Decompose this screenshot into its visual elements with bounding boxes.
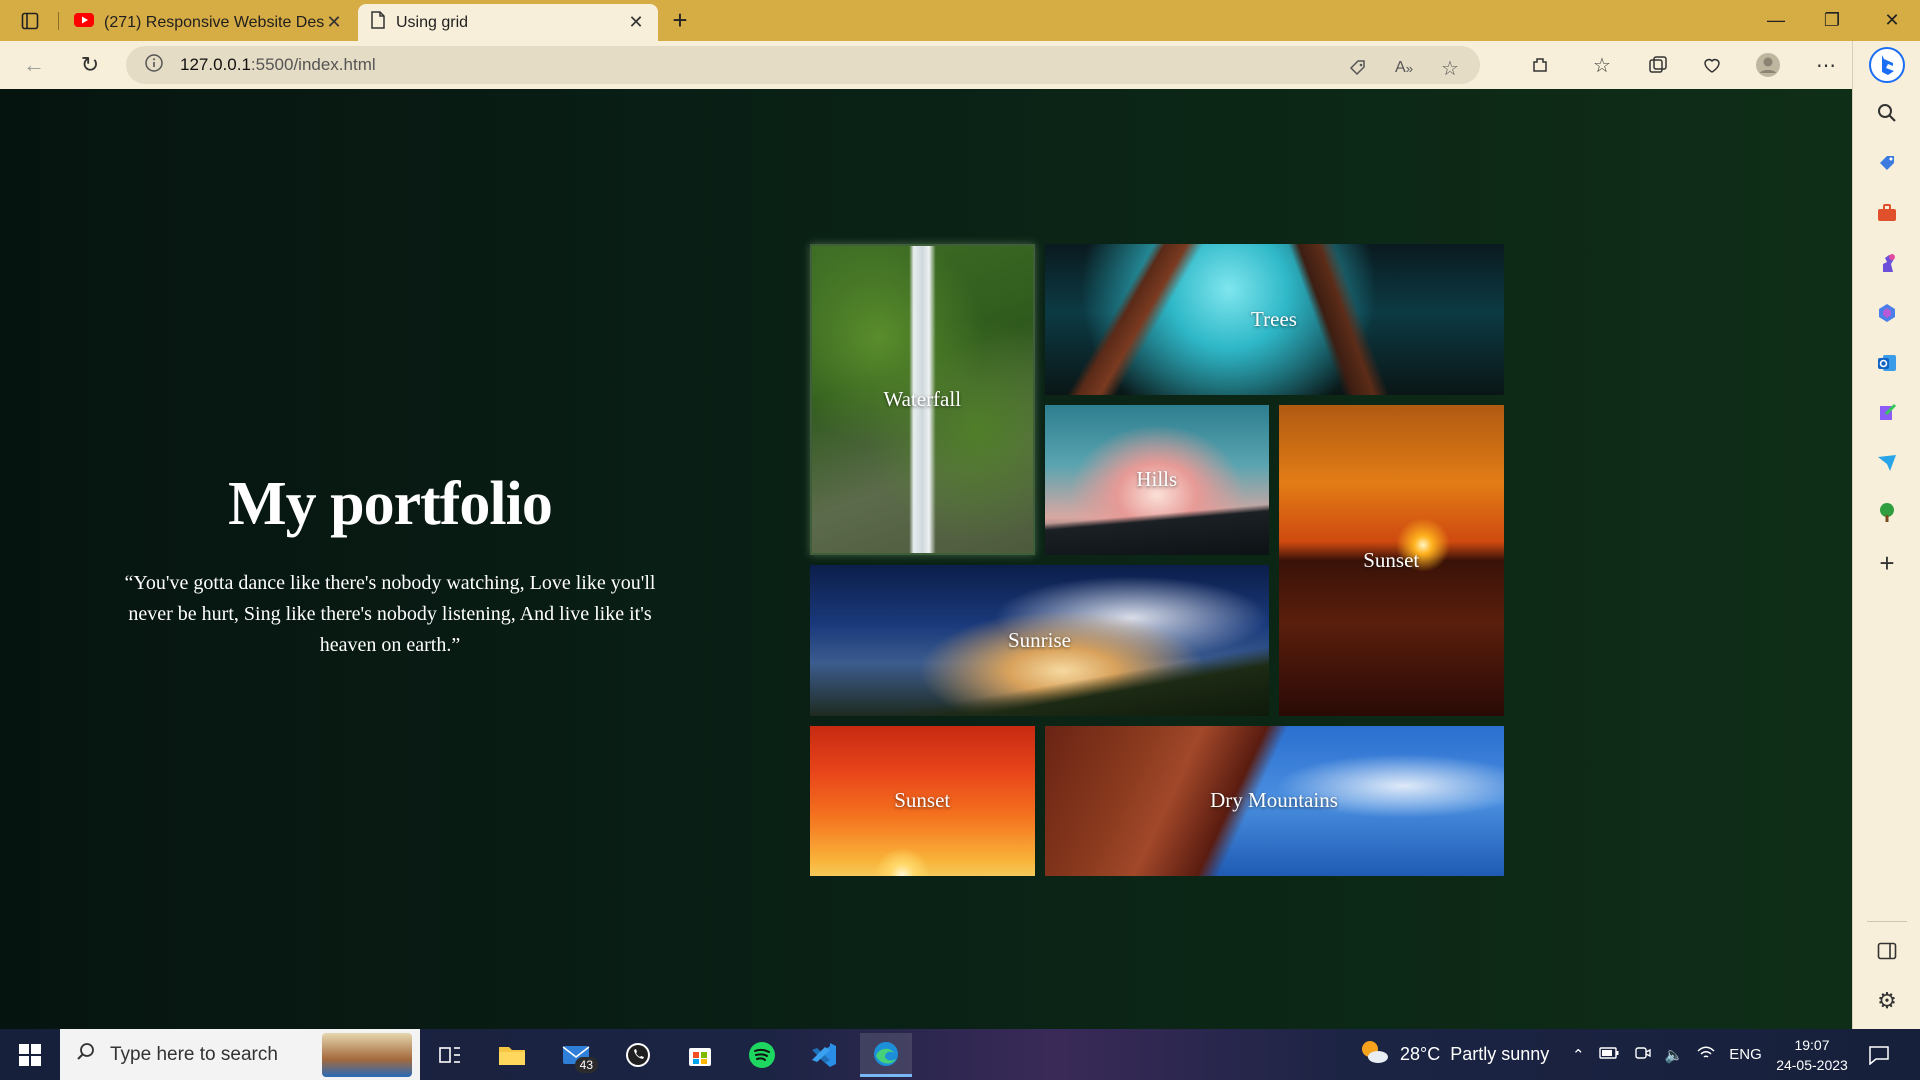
mail-badge: 43 xyxy=(574,1057,598,1073)
gallery-tile-sunset-2[interactable]: Sunset xyxy=(810,725,1035,876)
profile-avatar-icon[interactable] xyxy=(1752,49,1784,81)
tab-separator xyxy=(58,12,59,30)
more-options-icon[interactable]: ⋯ xyxy=(1810,49,1842,81)
windows-start-icon[interactable] xyxy=(10,1039,50,1071)
wifi-icon[interactable] xyxy=(1697,1045,1715,1065)
meet-icon[interactable] xyxy=(1633,1044,1651,1066)
tab-title: (271) Responsive Website Design xyxy=(104,13,324,31)
tile-caption: Sunrise xyxy=(1008,627,1071,652)
search-icon[interactable] xyxy=(1871,97,1903,129)
send-icon[interactable] xyxy=(1871,447,1903,479)
microsoft-store-icon[interactable] xyxy=(674,1033,726,1077)
search-highlight-image xyxy=(322,1033,412,1077)
settings-gear-icon[interactable]: ⚙ xyxy=(1871,985,1903,1017)
minimize-button[interactable]: — xyxy=(1748,0,1804,41)
taskbar-search-input[interactable]: Type here to search xyxy=(60,1029,420,1080)
sidebar-divider xyxy=(1867,921,1907,922)
hero-quote: “You've gotta dance like there's nobody … xyxy=(124,572,656,656)
address-bar-actions: A» ☆ xyxy=(1342,52,1466,84)
chevron-up-icon[interactable]: ⌃ xyxy=(1572,1046,1585,1064)
tab-using-grid[interactable]: Using grid ✕ xyxy=(358,4,658,41)
taskbar-clock[interactable]: 19:07 24-05-2023 xyxy=(1774,1035,1850,1075)
outlook-icon[interactable] xyxy=(1871,347,1903,379)
weather-temp: 28°C xyxy=(1400,1044,1441,1064)
tile-caption: Sunset xyxy=(1363,547,1420,572)
tools-icon[interactable] xyxy=(1871,197,1903,229)
games-icon[interactable] xyxy=(1871,247,1903,279)
collections-icon[interactable] xyxy=(1642,49,1674,81)
file-explorer-icon[interactable] xyxy=(486,1033,538,1077)
notification-icon[interactable] xyxy=(1864,1041,1894,1069)
mail-icon[interactable]: 43 xyxy=(550,1033,602,1077)
search-icon xyxy=(76,1042,96,1067)
search-placeholder: Type here to search xyxy=(110,1043,278,1065)
new-tab-button[interactable]: + xyxy=(664,6,696,36)
url-host: 127.0.0.1 xyxy=(180,55,251,74)
gallery-tile-hills[interactable]: Hills xyxy=(1044,404,1269,555)
tile-caption: Hills xyxy=(1136,467,1178,492)
whatsapp-icon[interactable] xyxy=(612,1033,664,1077)
gallery-tile-sunrise[interactable]: Sunrise xyxy=(810,565,1269,716)
tile-caption: Dry Mountains xyxy=(1210,788,1338,813)
tab-youtube[interactable]: (271) Responsive Website Design ✕ xyxy=(62,4,356,41)
url-text: 127.0.0.1:5500/index.html xyxy=(180,55,376,75)
clock-time: 19:07 xyxy=(1794,1037,1830,1053)
language-indicator[interactable]: ENG xyxy=(1729,1046,1762,1063)
task-view-icon[interactable] xyxy=(424,1033,476,1077)
clock-date: 24-05-2023 xyxy=(1776,1057,1848,1073)
document-icon xyxy=(370,11,386,34)
tile-caption: Trees xyxy=(1251,306,1297,331)
weather-widget[interactable]: 28°C Partly sunny xyxy=(1358,1029,1549,1080)
bing-chat-icon[interactable] xyxy=(1867,45,1907,85)
performance-icon[interactable] xyxy=(1696,49,1728,81)
shopping-icon[interactable] xyxy=(1871,147,1903,179)
add-favorite-icon[interactable]: ☆ xyxy=(1434,52,1466,84)
add-icon[interactable]: + xyxy=(1871,547,1903,579)
spotify-icon[interactable] xyxy=(736,1033,788,1077)
close-window-button[interactable]: ✕ xyxy=(1864,0,1920,41)
youtube-icon xyxy=(74,13,94,32)
gallery-tile-waterfall[interactable]: Waterfall xyxy=(810,244,1035,555)
tree-icon[interactable] xyxy=(1871,497,1903,529)
system-tray: ⌃ 🔈 ENG xyxy=(1572,1029,1762,1080)
portfolio-grid: Waterfall Trees Hills Sunset Sunrise Sun… xyxy=(810,244,1738,876)
edge-sidebar: + ⚙ xyxy=(1852,41,1920,1029)
info-icon[interactable] xyxy=(144,53,164,78)
close-icon[interactable]: ✕ xyxy=(626,12,646,33)
tag-icon[interactable] xyxy=(1342,52,1374,84)
page-viewport: My portfolio “You've gotta dance like th… xyxy=(0,89,1852,1029)
gallery-tile-sunset[interactable]: Sunset xyxy=(1279,404,1504,716)
volume-icon[interactable]: 🔈 xyxy=(1665,1046,1684,1064)
weather-desc: Partly sunny xyxy=(1450,1044,1550,1064)
partly-sunny-icon xyxy=(1358,1037,1390,1072)
restore-button[interactable]: ❐ xyxy=(1804,0,1860,41)
favorites-icon[interactable]: ☆ xyxy=(1586,49,1618,81)
drop-icon[interactable] xyxy=(1871,397,1903,429)
extensions-icon[interactable] xyxy=(1524,49,1556,81)
gallery-tile-dry-mountains[interactable]: Dry Mountains xyxy=(1044,725,1504,876)
close-icon[interactable]: ✕ xyxy=(324,12,344,33)
browser-tab-bar: (271) Responsive Website Design ✕ Using … xyxy=(0,0,1920,41)
back-icon[interactable]: ← xyxy=(16,49,52,81)
edge-browser-icon[interactable] xyxy=(860,1033,912,1077)
microsoft-365-icon[interactable] xyxy=(1871,297,1903,329)
tile-caption: Sunset xyxy=(894,788,951,813)
browser-toolbar: ← ↻ 127.0.0.1:5500/index.html A» ☆ ☆ ⋯ xyxy=(0,41,1920,89)
gallery-tile-trees[interactable]: Trees xyxy=(1044,244,1504,395)
windows-taskbar: Type here to search 43 28°C Partly sunny… xyxy=(0,1029,1920,1080)
hero-section: My portfolio “You've gotta dance like th… xyxy=(110,469,670,661)
url-path: :5500/index.html xyxy=(250,55,376,74)
tile-caption: Waterfall xyxy=(883,387,962,411)
vscode-icon[interactable] xyxy=(798,1033,850,1077)
tab-actions-icon[interactable] xyxy=(12,7,48,35)
address-bar[interactable]: 127.0.0.1:5500/index.html A» ☆ xyxy=(126,46,1480,84)
tab-title: Using grid xyxy=(396,13,469,31)
hide-sidebar-icon[interactable] xyxy=(1871,935,1903,967)
refresh-icon[interactable]: ↻ xyxy=(72,49,108,81)
read-aloud-icon[interactable]: A» xyxy=(1388,52,1420,84)
page-title: My portfolio xyxy=(228,470,553,538)
battery-icon[interactable] xyxy=(1598,1046,1619,1064)
